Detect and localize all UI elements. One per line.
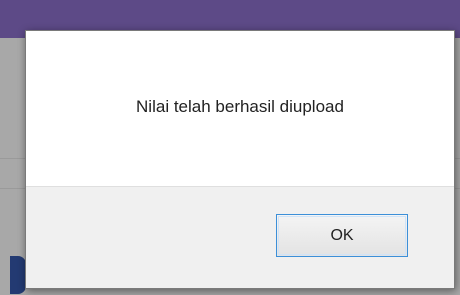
alert-dialog: Nilai telah berhasil diupload OK: [25, 30, 455, 289]
dialog-footer: OK: [26, 186, 454, 288]
background-partial-glyph: [10, 256, 26, 294]
ok-button[interactable]: OK: [276, 214, 408, 257]
dialog-message: Nilai telah berhasil diupload: [136, 97, 344, 116]
dialog-content: Nilai telah berhasil diupload: [26, 31, 454, 186]
